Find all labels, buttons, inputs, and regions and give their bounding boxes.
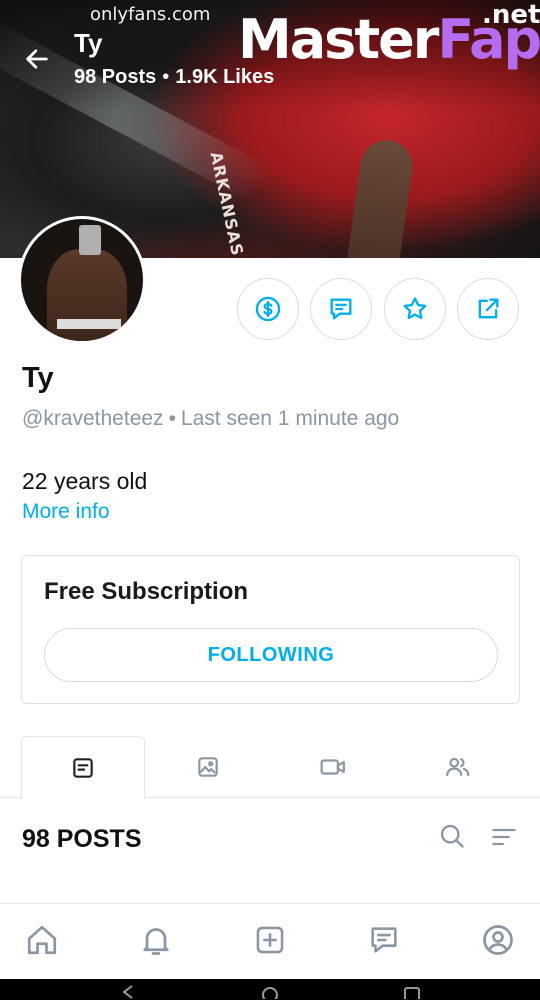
videos-icon bbox=[320, 759, 345, 775]
banner-hand bbox=[346, 137, 416, 258]
watermark-site: onlyfans.com bbox=[90, 4, 211, 25]
profile-name: Ty bbox=[22, 362, 54, 394]
chat-icon bbox=[371, 927, 397, 953]
add-post-icon bbox=[256, 926, 284, 954]
home-icon bbox=[27, 925, 57, 955]
nav-add-post[interactable] bbox=[250, 920, 290, 960]
sort-icon bbox=[492, 828, 516, 846]
profile-handle[interactable]: @kravetheteez bbox=[22, 407, 164, 430]
tab-friends[interactable] bbox=[396, 736, 520, 798]
tip-button[interactable] bbox=[237, 278, 299, 340]
avatar[interactable] bbox=[18, 216, 146, 344]
watermark-logo-part1: Master bbox=[238, 8, 439, 71]
photos-icon bbox=[198, 757, 218, 777]
message-button[interactable] bbox=[310, 278, 372, 340]
search-icon bbox=[440, 824, 464, 848]
content-tabs bbox=[0, 736, 540, 799]
share-icon bbox=[478, 298, 499, 319]
posts-icon bbox=[73, 757, 93, 778]
header-stats: 98 Posts • 1.9K Likes bbox=[74, 66, 274, 89]
last-seen-status: Last seen 1 minute ago bbox=[180, 407, 400, 430]
nav-home[interactable] bbox=[22, 920, 62, 960]
favorite-button[interactable] bbox=[384, 278, 446, 340]
posts-count: 98 POSTS bbox=[22, 825, 142, 853]
header-likes-stat: 1.9K Likes bbox=[175, 66, 275, 88]
avatar-band bbox=[57, 319, 121, 329]
bell-icon bbox=[143, 928, 169, 955]
bottom-navigation bbox=[0, 903, 540, 979]
subscription-title: Free Subscription bbox=[44, 578, 249, 605]
dollar-tip-icon bbox=[255, 296, 281, 322]
subscription-card: Free Subscription FOLLOWING bbox=[21, 555, 520, 704]
star-icon bbox=[403, 297, 427, 320]
profile-handle-separator: • bbox=[168, 407, 176, 430]
friends-icon bbox=[446, 757, 470, 777]
profile-icon bbox=[483, 925, 513, 955]
watermark-suffix: .net bbox=[482, 0, 540, 30]
profile-handle-row: @kravetheteez • Last seen 1 minute ago bbox=[22, 407, 399, 431]
tab-posts[interactable] bbox=[21, 736, 145, 799]
more-info-link[interactable]: More info bbox=[22, 500, 110, 524]
system-navigation-bar bbox=[0, 979, 540, 1000]
system-home-icon[interactable] bbox=[260, 985, 280, 999]
posts-sort-button[interactable] bbox=[490, 823, 520, 853]
following-button[interactable]: FOLLOWING bbox=[44, 628, 498, 682]
system-back-icon[interactable] bbox=[118, 985, 138, 999]
share-button[interactable] bbox=[457, 278, 519, 340]
nav-profile[interactable] bbox=[478, 920, 518, 960]
header-name: Ty bbox=[74, 28, 103, 58]
posts-search-button[interactable] bbox=[438, 822, 468, 852]
tab-videos[interactable] bbox=[271, 736, 395, 798]
avatar-phone bbox=[79, 225, 101, 255]
avatar-figure bbox=[47, 249, 127, 341]
header-posts-stat: 98 Posts bbox=[74, 66, 157, 88]
nav-notifications[interactable] bbox=[136, 920, 176, 960]
profile-age: 22 years old bbox=[22, 468, 148, 494]
arrow-left-icon bbox=[26, 49, 48, 69]
tab-photos[interactable] bbox=[146, 736, 270, 798]
nav-messages[interactable] bbox=[364, 920, 404, 960]
system-recents-icon[interactable] bbox=[402, 985, 422, 999]
header-separator: • bbox=[162, 66, 170, 88]
message-icon bbox=[330, 298, 352, 320]
back-button[interactable] bbox=[20, 42, 54, 76]
